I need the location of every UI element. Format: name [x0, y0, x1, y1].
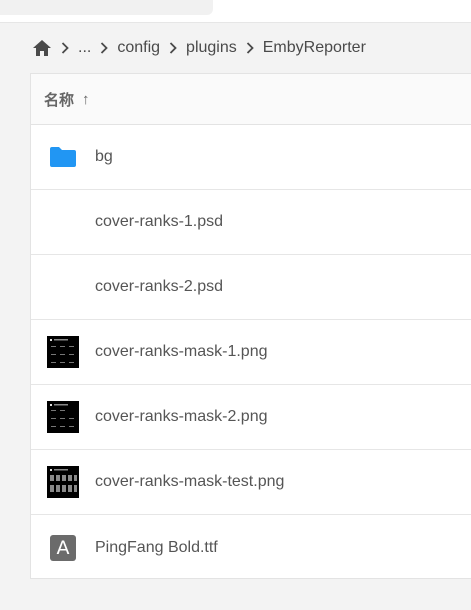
file-name: cover-ranks-mask-1.png	[95, 343, 268, 360]
file-name: cover-ranks-mask-test.png	[95, 473, 285, 490]
top-bar	[0, 0, 471, 23]
file-name: cover-ranks-2.psd	[95, 278, 224, 295]
home-icon[interactable]	[32, 37, 52, 59]
column-name-label: 名称	[44, 91, 75, 109]
breadcrumb-item-config[interactable]: config	[117, 37, 160, 59]
file-row-mask-2[interactable]: cover-ranks-mask-2.png	[31, 385, 471, 450]
image-thumbnail	[31, 320, 95, 385]
breadcrumb: ... config plugins EmbyReporter	[32, 37, 366, 59]
search-bar[interactable]	[0, 0, 213, 15]
breadcrumb-item-plugins[interactable]: plugins	[186, 37, 237, 59]
file-row-mask-test[interactable]: cover-ranks-mask-test.png	[31, 450, 471, 515]
file-list: 名称 ↑ bg cover-ranks-1.psd cover-ranks-2.…	[30, 73, 471, 579]
file-name: cover-ranks-1.psd	[95, 213, 224, 230]
breadcrumb-item-ellipsis[interactable]: ...	[78, 37, 91, 59]
file-row-mask-1[interactable]: cover-ranks-mask-1.png	[31, 320, 471, 385]
file-row-bg[interactable]: bg	[31, 125, 471, 190]
chevron-right-icon	[52, 37, 78, 59]
image-thumbnail	[31, 450, 95, 515]
file-name: bg	[95, 148, 113, 165]
chevron-right-icon	[91, 37, 117, 59]
sort-arrow-up-icon: ↑	[82, 90, 90, 108]
table-header: 名称 ↑	[31, 74, 471, 125]
file-row-psd-1[interactable]: cover-ranks-1.psd	[31, 190, 471, 255]
blank-file-icon	[31, 190, 95, 255]
sort-by-name-button[interactable]: 名称 ↑	[44, 89, 90, 110]
file-row-font[interactable]: A PingFang Bold.ttf	[31, 515, 471, 580]
folder-icon	[31, 125, 95, 190]
file-name: cover-ranks-mask-2.png	[95, 408, 268, 425]
chevron-right-icon	[160, 37, 186, 59]
font-icon: A	[50, 534, 76, 561]
file-row-psd-2[interactable]: cover-ranks-2.psd	[31, 255, 471, 320]
chevron-right-icon	[237, 37, 263, 59]
blank-file-icon	[31, 255, 95, 320]
image-thumbnail	[31, 385, 95, 450]
file-name: PingFang Bold.ttf	[95, 538, 218, 556]
breadcrumb-item-embyreporter[interactable]: EmbyReporter	[263, 37, 366, 59]
